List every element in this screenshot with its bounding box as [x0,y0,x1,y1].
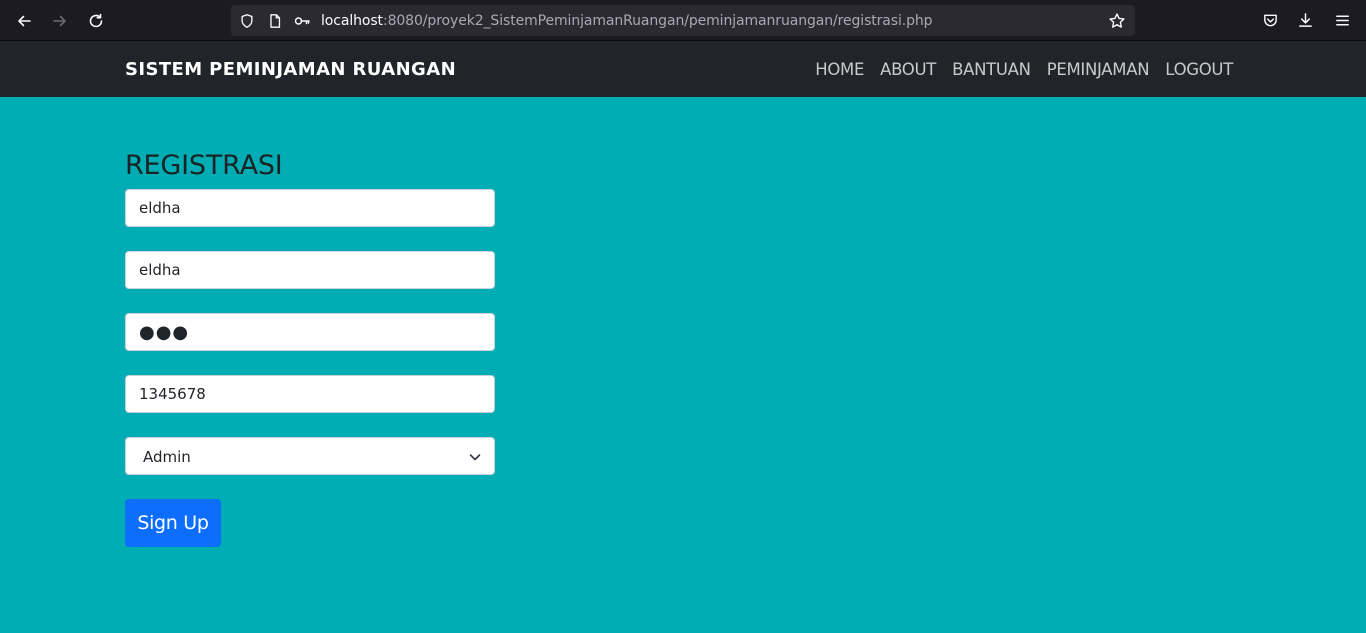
reload-icon[interactable] [83,8,109,34]
nav-bantuan[interactable]: BANTUAN [952,60,1031,79]
password-field[interactable] [125,313,495,351]
page-icon[interactable] [266,12,284,30]
name-field[interactable] [125,189,495,227]
username-field[interactable] [125,251,495,289]
nav-peminjaman[interactable]: PEMINJAMAN [1047,60,1150,79]
password-input[interactable] [126,314,494,350]
download-icon[interactable] [1295,10,1315,30]
brand-title[interactable]: SISTEM PEMINJAMAN RUANGAN [125,59,456,80]
key-icon[interactable] [293,12,311,30]
phone-input[interactable] [126,376,494,412]
url-text[interactable]: localhost:8080/proyek2_SistemPeminjamanR… [321,13,933,29]
nav-menu: HOME ABOUT BANTUAN PEMINJAMAN LOGOUT [815,60,1233,79]
name-input[interactable] [126,190,494,226]
browser-toolbar: localhost:8080/proyek2_SistemPeminjamanR… [0,0,1366,41]
phone-field[interactable] [125,375,495,413]
role-select[interactable]: Admin [125,437,495,475]
forward-icon[interactable] [47,8,73,34]
shield-icon[interactable] [238,12,256,30]
address-bar[interactable]: localhost:8080/proyek2_SistemPeminjamanR… [231,5,1135,36]
nav-about[interactable]: ABOUT [880,60,936,79]
back-icon[interactable] [11,8,37,34]
role-select-value: Admin [143,448,191,466]
url-host: localhost [321,13,383,29]
star-icon[interactable] [1108,12,1126,30]
site-navbar: SISTEM PEMINJAMAN RUANGAN HOME ABOUT BAN… [0,41,1366,97]
username-input[interactable] [126,252,494,288]
nav-logout[interactable]: LOGOUT [1165,60,1233,79]
url-path: :8080/proyek2_SistemPeminjamanRuangan/pe… [382,13,933,29]
nav-home[interactable]: HOME [815,60,864,79]
page-title: REGISTRASI [125,150,283,181]
pocket-icon[interactable] [1260,10,1280,30]
menu-icon[interactable] [1332,10,1352,30]
chevron-down-icon [469,454,481,461]
sign-up-button[interactable]: Sign Up [125,499,221,547]
